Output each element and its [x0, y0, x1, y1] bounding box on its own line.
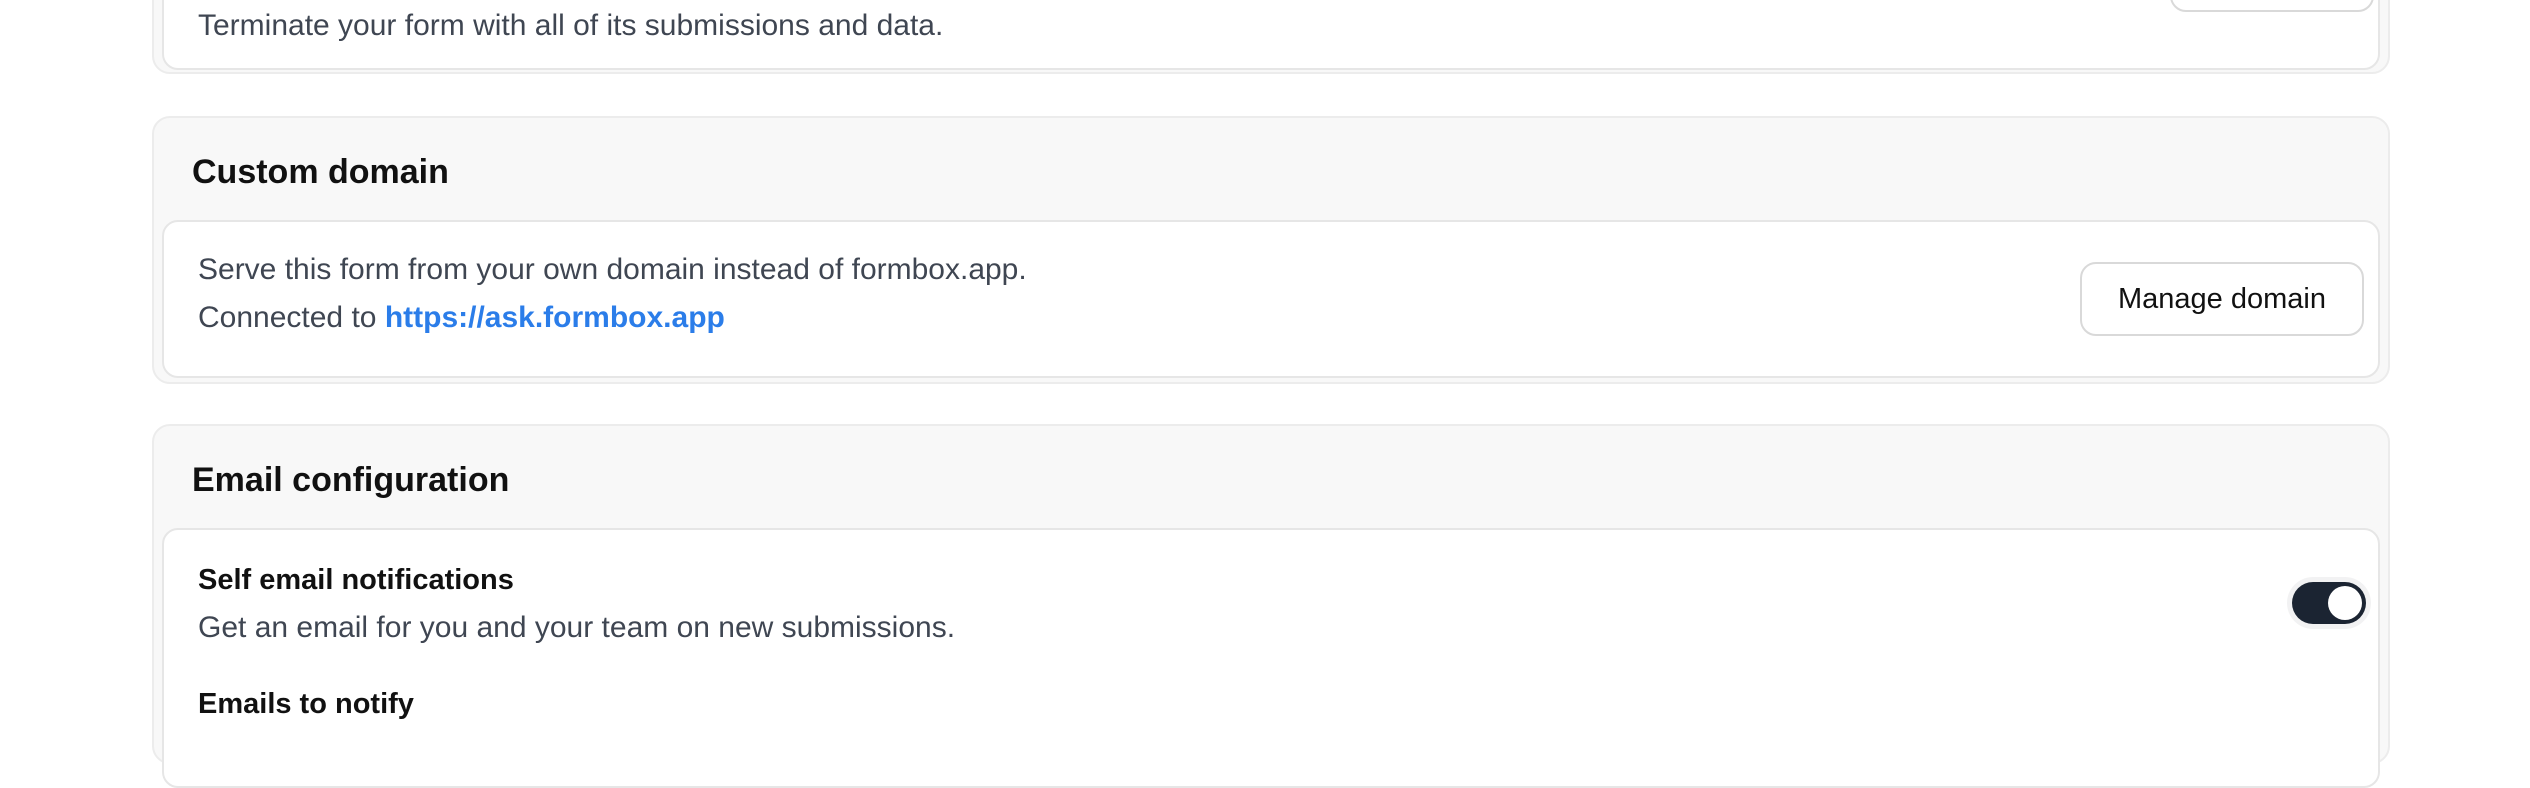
- email-configuration-card: Self email notifications Get an email fo…: [162, 528, 2380, 788]
- delete-form-section: Terminate your form with all of its subm…: [152, 0, 2390, 74]
- custom-domain-section: Custom domain Serve this form from your …: [152, 116, 2390, 384]
- delete-form-card: Terminate your form with all of its subm…: [162, 0, 2380, 70]
- connected-prefix: Connected to: [198, 301, 377, 334]
- custom-domain-connected: Connected to https://ask.formbox.app: [198, 300, 725, 336]
- manage-domain-button[interactable]: Manage domain: [2080, 262, 2364, 336]
- custom-domain-card: Serve this form from your own domain ins…: [162, 220, 2380, 378]
- email-configuration-title: Email configuration: [192, 461, 510, 499]
- self-notifications-label: Self email notifications: [198, 564, 514, 596]
- custom-domain-title: Custom domain: [192, 153, 449, 191]
- connected-domain-link[interactable]: https://ask.formbox.app: [385, 301, 725, 334]
- self-notifications-description: Get an email for you and your team on ne…: [198, 611, 956, 644]
- custom-domain-description: Serve this form from your own domain ins…: [198, 253, 1027, 286]
- email-configuration-section: Email configuration Self email notificat…: [152, 424, 2390, 788]
- toggle-knob: [2328, 586, 2362, 620]
- delete-form-description: Terminate your form with all of its subm…: [198, 9, 944, 42]
- self-notifications-toggle[interactable]: [2292, 582, 2366, 624]
- delete-form-button[interactable]: [2170, 0, 2374, 12]
- emails-to-notify-label: Emails to notify: [198, 688, 414, 720]
